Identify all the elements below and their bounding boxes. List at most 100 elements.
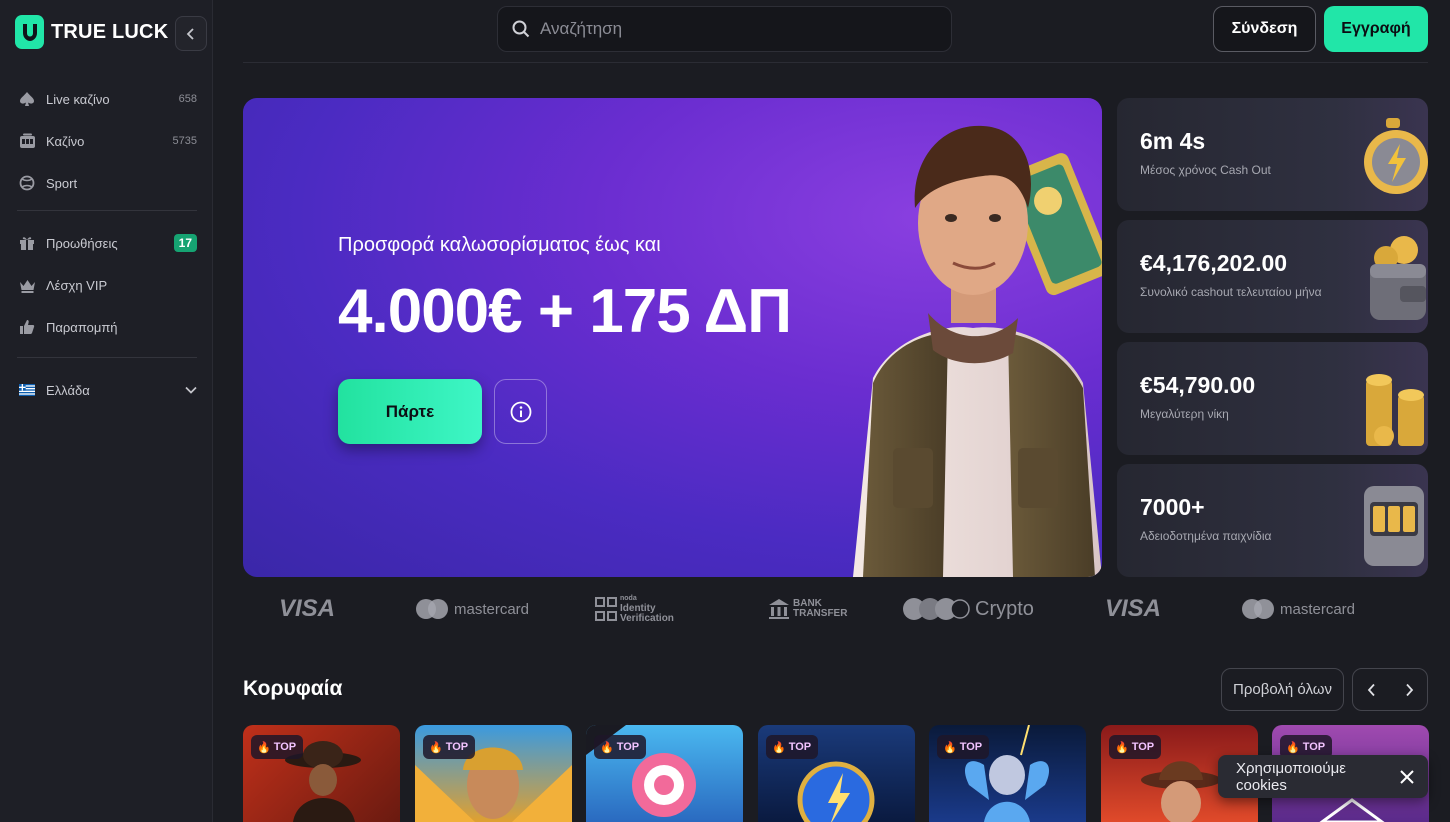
mastercard-logo: mastercard (1241, 586, 1355, 632)
mastercard-text: mastercard (1280, 600, 1356, 618)
sidebar-divider (17, 357, 197, 358)
sidebar-item-label: Καζίνο (46, 133, 85, 149)
sidebar-item-promotions[interactable]: Προωθήσεις 17 (17, 222, 197, 264)
crypto-logo: Crypto (902, 586, 1034, 632)
carousel-prev-button[interactable] (1353, 669, 1390, 710)
noda-identity-logo: noda Identity Verification (595, 586, 674, 632)
claim-offer-button[interactable]: Πάρτε (338, 379, 482, 444)
visa-logo: VISA (1105, 595, 1162, 622)
stat-card-cashout-time: 6m 4s Μέσος χρόνος Cash Out (1117, 98, 1428, 211)
welcome-offer-banner[interactable]: Προσφορά καλωσορίσματος έως και 4.000€ +… (243, 98, 1102, 577)
noda-icon (595, 597, 617, 621)
wallet-coins-icon (1370, 236, 1426, 320)
visa-logo: VISA (279, 595, 336, 622)
carousel-next-button[interactable] (1390, 669, 1427, 710)
noda-verification-label: Verification (620, 613, 674, 624)
payment-methods-strip: VISA mastercard noda Identity Verificati… (243, 586, 1428, 632)
sidebar-item-label: Sport (46, 175, 78, 191)
flame-icon: 🔥 (1115, 741, 1129, 754)
stat-card-licensed-games: 7000+ Αδειοδοτημένα παιχνίδια (1117, 464, 1428, 577)
game-tile[interactable]: 🔥 TOP (758, 725, 915, 822)
sidebar-language: Ελλάδα (17, 369, 197, 411)
carousel-arrows (1352, 668, 1428, 711)
language-label: Ελλάδα (46, 382, 90, 398)
sidebar-nav-main: Live καζίνο 658 Καζίνο 5735 Sport (17, 78, 197, 204)
cookie-close-button[interactable] (1398, 768, 1416, 786)
sidebar-item-count: 658 (178, 93, 197, 105)
top-games-heading: Κορυφαία (243, 677, 343, 700)
stat-label: Μέσος χρόνος Cash Out (1140, 163, 1271, 177)
flame-icon: 🔥 (1286, 741, 1300, 754)
mastercard-circles-icon (416, 599, 448, 619)
game-tile[interactable]: 🔥 TOP (586, 725, 743, 822)
search-icon (512, 20, 530, 38)
sidebar-item-label: Live καζίνο (46, 91, 110, 107)
crypto-coins-icon (903, 598, 970, 620)
mastercard-logo: mastercard (415, 586, 529, 632)
top-badge: 🔥 TOP (937, 735, 990, 759)
gift-icon (17, 234, 37, 252)
language-selector[interactable]: Ελλάδα (17, 369, 197, 411)
slot-machine-icon (1364, 486, 1424, 566)
transfer-label: TRANSFER (793, 608, 848, 619)
coin-stack-icon (1366, 374, 1424, 446)
crown-icon (17, 276, 37, 294)
stat-value: €54,790.00 (1140, 372, 1256, 398)
top-badge: 🔥 TOP (423, 735, 476, 759)
logo-icon (15, 15, 44, 49)
sidebar-item-sport[interactable]: Sport (17, 162, 197, 204)
offer-subtitle: Προσφορά καλωσορίσματος έως και (338, 234, 661, 256)
spade-icon (17, 90, 37, 108)
chevron-right-icon (1405, 683, 1413, 696)
flame-icon: 🔥 (257, 741, 271, 754)
chevron-left-icon (1367, 683, 1375, 696)
stat-card-biggest-win: €54,790.00 Μεγαλύτερη νίκη (1117, 342, 1428, 455)
crypto-text: Crypto (975, 597, 1034, 620)
game-tile[interactable]: 🔥 TOP (415, 725, 572, 822)
flame-icon: 🔥 (600, 741, 614, 754)
greece-flag-icon (17, 381, 37, 399)
ball-icon (17, 174, 37, 192)
header-divider (243, 62, 1428, 63)
stopwatch-icon (1364, 118, 1428, 194)
view-all-button[interactable]: Προβολή όλων (1221, 668, 1344, 711)
flame-icon: 🔥 (772, 741, 786, 754)
stat-value: 7000+ (1140, 494, 1205, 520)
top-badge: 🔥 TOP (1109, 735, 1162, 759)
stat-value: €4,176,202.00 (1140, 250, 1288, 276)
sidebar-item-live-casino[interactable]: Live καζίνο 658 (17, 78, 197, 120)
top-badge: 🔥 TOP (766, 735, 819, 759)
sidebar-item-count: 5735 (172, 135, 197, 147)
cookie-notice: Χρησιμοποιούμε cookies (1218, 755, 1428, 798)
mastercard-text: mastercard (454, 600, 530, 618)
sidebar-item-vip[interactable]: Λέσχη VIP (17, 264, 197, 306)
sidebar-nav-secondary: Προωθήσεις 17 Λέσχη VIP Παραπομπή (17, 222, 197, 348)
app-root: TRUE LUCK Live καζίνο 658 Καζίνο 5735 Sp… (0, 0, 1450, 822)
close-icon (1400, 769, 1414, 784)
stat-value: 6m 4s (1140, 128, 1206, 154)
sidebar-divider (17, 210, 197, 211)
thumbs-up-icon (17, 318, 37, 336)
offer-info-button[interactable] (494, 379, 547, 444)
top-badge: 🔥 TOP (594, 735, 647, 759)
search-input[interactable] (540, 19, 920, 39)
stat-label: Αδειοδοτημένα παιχνίδια (1140, 529, 1272, 543)
brand-name: TRUE LUCK (51, 20, 169, 43)
logo[interactable]: TRUE LUCK (15, 15, 168, 49)
slot-machine-icon (17, 132, 37, 150)
game-tile[interactable]: 🔥 TOP (243, 725, 400, 822)
mastercard-circles-icon (1242, 599, 1274, 619)
flame-icon: 🔥 (943, 741, 957, 754)
collapse-sidebar-button[interactable] (175, 16, 207, 51)
search-bar[interactable] (497, 6, 952, 52)
sidebar-item-referral[interactable]: Παραπομπή (17, 306, 197, 348)
register-button[interactable]: Εγγραφή (1324, 6, 1428, 52)
promotions-count-badge: 17 (173, 234, 197, 252)
flame-icon: 🔥 (429, 741, 443, 754)
sidebar-item-label: Παραπομπή (46, 319, 118, 335)
sidebar-item-casino[interactable]: Καζίνο 5735 (17, 120, 197, 162)
bank-icon (769, 599, 789, 619)
game-tile[interactable]: 🔥 TOP (929, 725, 1086, 822)
sidebar: TRUE LUCK Live καζίνο 658 Καζίνο 5735 Sp… (0, 0, 213, 822)
login-button[interactable]: Σύνδεση (1213, 6, 1316, 52)
